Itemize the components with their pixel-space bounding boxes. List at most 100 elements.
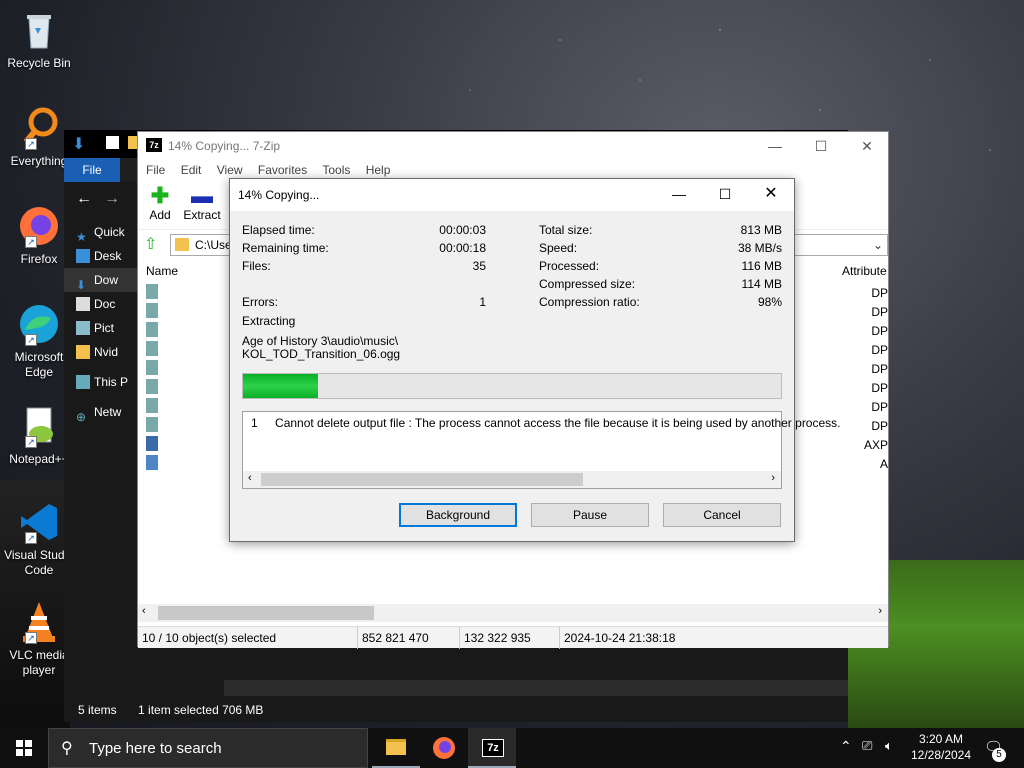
extract-button[interactable]: ▬ Extract [180,184,224,223]
file-icon[interactable] [146,436,158,451]
status-size: 852 821 470 [358,627,460,649]
sidebar-item-downloads[interactable]: ⬇ Dow [64,268,140,292]
taskbar-file-explorer[interactable] [372,728,420,768]
sidebar-item-label: Doc [94,297,116,311]
add-button[interactable]: ✚ Add [138,183,182,223]
7zip-logo-icon: 7z [146,138,162,152]
close-button[interactable]: ✕ [844,132,890,160]
error-row[interactable]: 1 Cannot delete output file : The proces… [251,416,841,430]
sidebar-item-quick-access[interactable]: ★ Quick [64,220,140,244]
elapsed-time-label: Elapsed time: [242,223,315,237]
file-icon[interactable] [146,455,158,470]
menu-file[interactable]: File [146,163,165,177]
path-text: C:\Use [195,238,232,252]
volume-muted-icon[interactable]: 🔈︎ [885,738,893,754]
minimize-button[interactable]: — [656,179,702,207]
menu-bar: File Edit View Favorites Tools Help [138,160,888,180]
folder-icon [76,345,90,359]
sidebar-item-pictures[interactable]: Pict [64,316,140,340]
file-icon[interactable] [146,360,158,375]
shortcut-arrow-icon: ↗ [25,632,37,644]
folder-icon [175,238,189,251]
taskbar: ⚲ Type here to search 7z ⌃ ⎚ 🔈︎ 3:20 AM … [0,728,1024,768]
sidebar-item-label: This P [94,375,129,389]
scroll-left-icon[interactable]: ‹ [248,472,252,484]
menu-help[interactable]: Help [366,163,391,177]
back-arrow-icon[interactable]: ← [76,190,92,208]
7zip-logo-icon: 7z [482,739,504,757]
windows-logo-icon [16,740,32,756]
horizontal-scrollbar[interactable]: ‹ › [138,604,888,622]
scroll-left-icon[interactable]: ‹ [142,605,146,617]
column-name[interactable]: Name [146,260,178,282]
vlc-icon: ↗ [17,600,61,644]
remaining-time-label: Remaining time: [242,241,329,255]
sidebar-item-network[interactable]: ⊕ Netw [64,400,140,424]
current-path: Age of History 3\audio\music\ [242,334,399,348]
error-index: 1 [251,416,258,430]
chevron-up-icon[interactable]: ⌃ [840,738,852,755]
minimize-button[interactable]: — [752,132,798,160]
error-list[interactable]: 1 Cannot delete output file : The proces… [242,411,841,489]
attribute-cell: AXP [863,438,888,452]
file-icon[interactable] [146,341,158,356]
7zip-titlebar: 7z 14% Copying... 7-Zip — ☐ ✕ [138,132,888,160]
file-icon[interactable] [146,379,158,394]
taskbar-search-box[interactable]: ⚲ Type here to search [48,728,368,768]
file-icon[interactable] [146,303,158,318]
pause-button[interactable]: Pause [531,503,649,527]
desktop-icon [76,249,90,263]
document-icon [76,297,90,311]
search-placeholder: Type here to search [89,740,222,757]
file-icon[interactable] [146,398,158,413]
scrollbar-thumb[interactable] [261,473,583,486]
scroll-right-icon[interactable]: › [878,605,882,617]
explorer-file-tab[interactable]: File [64,158,120,182]
sidebar-item-nvidia[interactable]: Nvid [64,340,140,364]
menu-edit[interactable]: Edit [181,163,202,177]
pictures-icon [76,321,90,335]
progress-bar-fill [243,374,319,398]
close-button[interactable]: ✕ [748,179,794,207]
taskbar-7zip[interactable]: 7z [468,728,516,768]
background-button[interactable]: Background [399,503,517,527]
add-label: Add [149,208,171,222]
processed-label: Processed: [539,259,600,273]
desktop-icon-recycle-bin[interactable]: Recycle Bin [2,8,76,71]
menu-favorites[interactable]: Favorites [258,163,307,177]
forward-arrow-icon[interactable]: → [104,190,120,208]
maximize-button[interactable]: ☐ [798,132,844,160]
file-icon[interactable] [146,417,158,432]
clock[interactable]: 3:20 AM 12/28/2024 [908,731,974,763]
error-list-scrollbar[interactable]: ‹ › [243,471,781,488]
status-bar: 10 / 10 object(s) selected 852 821 470 1… [138,626,888,649]
plus-icon: ✚ [150,183,170,208]
files-label: Files: [242,259,271,273]
explorer-horizontal-scrollbar[interactable] [224,680,848,696]
menu-tools[interactable]: Tools [322,163,350,177]
sidebar-item-label: Pict [94,321,115,335]
network-icon[interactable]: ⎚ [862,738,872,754]
up-folder-icon[interactable]: ⇧ [144,234,157,254]
chevron-down-icon[interactable]: ⌄ [873,235,883,255]
recycle-bin-icon [17,8,61,52]
scrollbar-thumb[interactable] [158,606,374,620]
attribute-cell: DP [871,362,888,376]
maximize-button[interactable]: ☐ [702,179,748,207]
sidebar-item-this-pc[interactable]: This P [64,370,140,394]
cancel-button[interactable]: Cancel [663,503,781,527]
menu-view[interactable]: View [217,163,243,177]
file-icon[interactable] [146,322,158,337]
attribute-cell: DP [871,286,888,300]
scroll-right-icon[interactable]: › [771,472,775,484]
start-button[interactable] [0,728,48,768]
sidebar-item-label: Nvid [94,345,119,359]
file-icon[interactable] [146,284,158,299]
column-attributes[interactable]: Attribute [842,260,887,282]
explorer-sidebar: ★ Quick Desk ⬇ Dow Doc Pict Nvid This P ⊕ N… [64,220,140,700]
desktop-icon-label: Recycle Bin [7,56,71,70]
shortcut-arrow-icon: ↗ [25,236,37,248]
sidebar-item-documents[interactable]: Doc [64,292,140,316]
taskbar-firefox[interactable] [420,728,468,768]
sidebar-item-desktop[interactable]: Desk [64,244,140,268]
